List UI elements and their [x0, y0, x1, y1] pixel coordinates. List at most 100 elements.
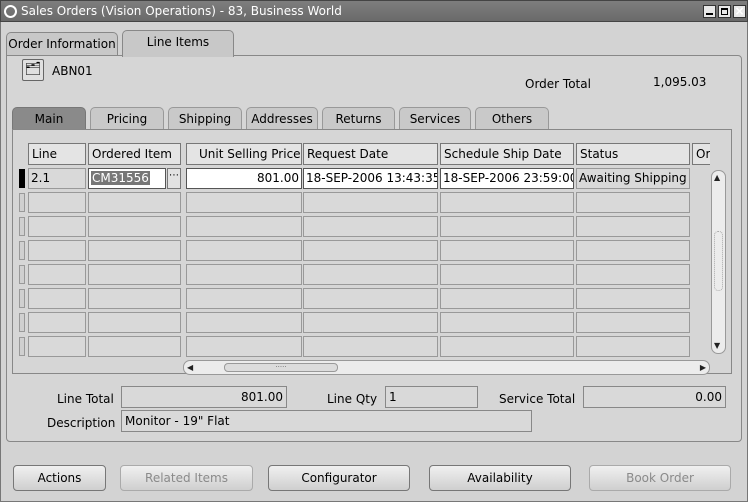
empty-cell[interactable] — [88, 240, 181, 261]
availability-button[interactable]: Availability — [429, 465, 571, 491]
scroll-down-icon[interactable]: ▼ — [714, 341, 720, 351]
description-label: Description — [47, 416, 116, 430]
empty-cell[interactable] — [303, 312, 438, 333]
empty-cell[interactable] — [88, 336, 181, 357]
empty-cell[interactable] — [576, 288, 690, 309]
vertical-scrollbar[interactable]: ▲ ▼ — [711, 170, 726, 354]
tab-order-information[interactable]: Order Information — [6, 32, 118, 56]
actions-button[interactable]: Actions — [13, 465, 106, 491]
col-line[interactable]: Line — [28, 143, 86, 165]
empty-cell[interactable] — [186, 240, 302, 261]
empty-cell[interactable] — [440, 264, 574, 285]
empty-cell[interactable] — [303, 216, 438, 237]
scroll-up-icon[interactable]: ▲ — [714, 173, 720, 183]
ordered-item-selected-text: CM31556 — [91, 171, 150, 185]
empty-cell[interactable] — [303, 192, 438, 213]
line-qty-field: 1 — [385, 386, 478, 408]
empty-cell[interactable] — [186, 264, 302, 285]
cell-status[interactable]: Awaiting Shipping — [576, 168, 690, 189]
row-indicator[interactable] — [19, 337, 25, 356]
subtab-main[interactable]: Main — [12, 107, 86, 130]
folder-icon[interactable]: 🗂 — [22, 59, 44, 81]
row-indicator[interactable] — [19, 265, 25, 284]
minimize-icon[interactable] — [703, 5, 716, 18]
empty-cell[interactable] — [440, 240, 574, 261]
empty-cell[interactable] — [576, 216, 690, 237]
empty-cell[interactable] — [88, 288, 181, 309]
empty-cell[interactable] — [303, 240, 438, 261]
row-indicator[interactable] — [19, 193, 25, 212]
empty-cell[interactable] — [303, 264, 438, 285]
empty-cell[interactable] — [303, 288, 438, 309]
close-icon[interactable]: × — [733, 5, 746, 18]
empty-cell[interactable] — [88, 192, 181, 213]
subtab-shipping[interactable]: Shipping — [168, 107, 242, 130]
related-items-button[interactable]: Related Items — [120, 465, 253, 491]
horizontal-scroll-thumb[interactable]: ····· — [224, 363, 338, 372]
empty-cell[interactable] — [576, 192, 690, 213]
empty-cell[interactable] — [88, 216, 181, 237]
empty-cell[interactable] — [28, 240, 86, 261]
empty-cell[interactable] — [186, 336, 302, 357]
col-ordered-item[interactable]: Ordered Item — [88, 143, 181, 165]
empty-cell[interactable] — [28, 192, 86, 213]
order-total-value: 1,095.03 — [653, 75, 707, 89]
empty-cell[interactable] — [186, 192, 302, 213]
empty-cell[interactable] — [28, 288, 86, 309]
cell-request-date[interactable]: 18-SEP-2006 13:43:35 — [303, 168, 438, 189]
empty-cell[interactable] — [576, 264, 690, 285]
scroll-right-icon[interactable]: ▶ — [700, 363, 706, 373]
empty-cell[interactable] — [186, 216, 302, 237]
empty-cell[interactable] — [28, 336, 86, 357]
subtab-addresses[interactable]: Addresses — [246, 107, 318, 130]
empty-cell[interactable] — [440, 312, 574, 333]
empty-cell[interactable] — [28, 312, 86, 333]
scroll-left-icon[interactable]: ◀ — [187, 363, 193, 373]
empty-cell[interactable] — [440, 192, 574, 213]
subtab-services[interactable]: Services — [399, 107, 471, 130]
empty-cell[interactable] — [303, 336, 438, 357]
col-schedule-ship-date[interactable]: Schedule Ship Date — [440, 143, 574, 165]
empty-cell[interactable] — [440, 288, 574, 309]
current-row-indicator[interactable] — [19, 169, 25, 188]
empty-cell[interactable] — [28, 264, 86, 285]
subtab-pricing[interactable]: Pricing — [90, 107, 164, 130]
customer-code: ABN01 — [52, 64, 93, 78]
maximize-icon[interactable] — [718, 5, 731, 18]
subtab-returns[interactable]: Returns — [322, 107, 395, 130]
row-indicator[interactable] — [19, 289, 25, 308]
cell-ordered-item[interactable]: CM31556 — [88, 168, 166, 189]
service-total-label: Service Total — [499, 392, 576, 406]
empty-cell[interactable] — [186, 312, 302, 333]
empty-cell[interactable] — [440, 336, 574, 357]
tab-line-items[interactable]: Line Items — [122, 30, 234, 57]
book-order-button[interactable]: Book Order — [589, 465, 731, 491]
line-total-field: 801.00 — [121, 386, 287, 408]
empty-cell[interactable] — [440, 216, 574, 237]
configurator-button[interactable]: Configurator — [268, 465, 410, 491]
col-unit-selling-price[interactable]: Unit Selling Price — [186, 143, 302, 165]
col-request-date[interactable]: Request Date — [303, 143, 438, 165]
subtab-others[interactable]: Others — [475, 107, 549, 130]
cell-schedule-ship-date[interactable]: 18-SEP-2006 23:59:00 — [440, 168, 574, 189]
app-icon — [4, 5, 17, 18]
empty-cell[interactable] — [576, 312, 690, 333]
cell-line[interactable]: 2.1 — [28, 168, 86, 189]
empty-cell[interactable] — [576, 336, 690, 357]
empty-cell[interactable] — [88, 312, 181, 333]
col-order[interactable]: Or — [692, 143, 710, 165]
window-title: Sales Orders (Vision Operations) - 83, B… — [21, 4, 342, 18]
service-total-field: 0.00 — [583, 386, 726, 408]
row-indicator[interactable] — [19, 313, 25, 332]
cell-unit-selling-price[interactable]: 801.00 — [186, 168, 302, 189]
empty-cell[interactable] — [88, 264, 181, 285]
row-indicator[interactable] — [19, 241, 25, 260]
row-indicator[interactable] — [19, 217, 25, 236]
empty-cell[interactable] — [576, 240, 690, 261]
empty-cell[interactable] — [28, 216, 86, 237]
vertical-scroll-thumb[interactable] — [714, 231, 723, 291]
empty-cell[interactable] — [186, 288, 302, 309]
col-status[interactable]: Status — [576, 143, 690, 165]
horizontal-scrollbar[interactable]: ◀ ····· ▶ — [183, 360, 710, 375]
list-of-values-button[interactable]: ⋯ — [167, 168, 181, 189]
